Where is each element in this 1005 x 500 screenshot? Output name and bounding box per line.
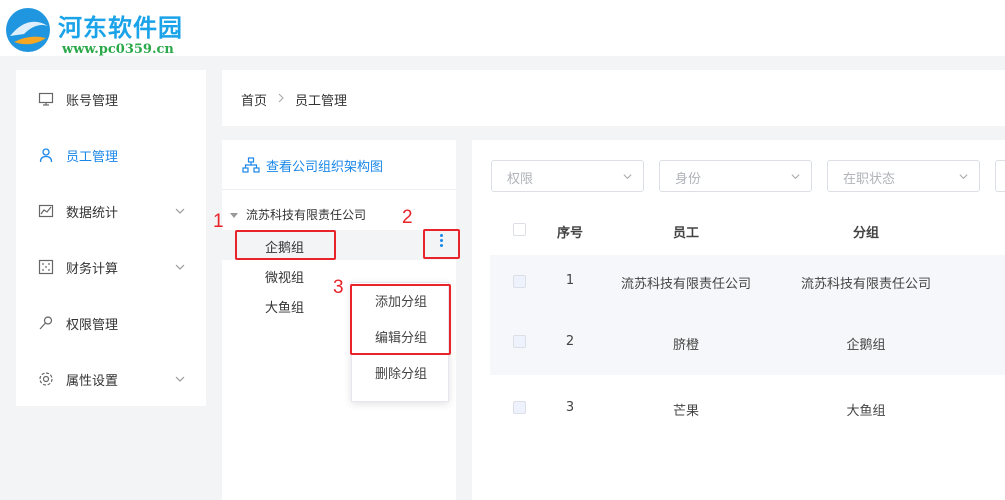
chevron-down-icon: [959, 174, 968, 180]
table-cell-employee: 流苏科技有限责任公司: [620, 277, 751, 292]
identity-filter-select[interactable]: 身份: [659, 160, 812, 192]
table-cell-index: 1: [565, 273, 575, 288]
sidebar-item-permissions[interactable]: 权限管理: [16, 295, 206, 351]
sidebar: 账号管理 员工管理 数据统计 财务计算 权限管理 属性设置: [16, 70, 206, 406]
filter-placeholder: 在职状态: [843, 172, 896, 187]
breadcrumb: 首页 员工管理: [222, 70, 1005, 126]
table-cell-employee: 芒果: [672, 404, 699, 419]
chevron-down-icon: [175, 208, 185, 214]
sidebar-item-label: 数据统计: [66, 205, 119, 221]
permission-filter-select[interactable]: 权限: [491, 160, 644, 192]
tree-root-node[interactable]: 流苏科技有限责任公司: [230, 206, 366, 223]
sidebar-item-account[interactable]: 账号管理: [16, 71, 206, 127]
watermark-title: 河东软件园: [58, 14, 183, 42]
org-chart-icon: [242, 157, 260, 173]
watermark-url: www.pc0359.cn: [62, 42, 174, 57]
table-cell-group: 大鱼组: [846, 404, 886, 419]
sidebar-item-label: 属性设置: [66, 373, 119, 389]
sidebar-item-employees[interactable]: 员工管理: [16, 127, 206, 183]
employment-status-filter-select[interactable]: 在职状态: [827, 160, 980, 192]
org-chart-link-label: 查看公司组织架构图: [266, 160, 384, 175]
chevron-right-icon: [278, 93, 284, 103]
breadcrumb-home[interactable]: 首页: [241, 90, 267, 109]
chevron-down-icon: [175, 264, 185, 270]
top-bar: 河东软件园 www.pc0359.cn: [0, 0, 1005, 57]
annotation-number: 2: [402, 207, 413, 228]
filter-placeholder: 权限: [507, 172, 534, 187]
org-chart-link[interactable]: 查看公司组织架构图: [222, 140, 456, 190]
select-all-checkbox[interactable]: [513, 223, 526, 236]
sidebar-item-settings[interactable]: 属性设置: [16, 351, 206, 407]
chevron-down-icon: [175, 376, 185, 382]
monitor-icon: [38, 92, 54, 106]
filter-placeholder: 身份: [675, 172, 702, 187]
sidebar-item-label: 员工管理: [66, 149, 119, 165]
sidebar-item-statistics[interactable]: 数据统计: [16, 183, 206, 239]
tree-root-label: 流苏科技有限责任公司: [246, 208, 367, 222]
chart-icon: [38, 204, 54, 218]
column-header-group: 分组: [852, 226, 879, 241]
tree-node-label: 大鱼组: [265, 301, 305, 316]
sidebar-item-label: 账号管理: [66, 93, 119, 109]
breadcrumb-current: 员工管理: [295, 94, 348, 109]
table-cell-index: 2: [565, 334, 575, 349]
row-checkbox[interactable]: [513, 401, 526, 414]
user-icon: [39, 148, 53, 163]
filter-select-partial[interactable]: [995, 160, 1005, 192]
caret-down-icon: [230, 213, 238, 218]
annotation-number: 1: [213, 211, 224, 232]
tree-node-label: 微视组: [265, 271, 305, 286]
annotation-box: [350, 284, 451, 355]
sidebar-item-label: 财务计算: [66, 261, 119, 277]
column-header-index: 序号: [556, 226, 583, 241]
table-cell-index: 3: [565, 400, 575, 415]
row-checkbox[interactable]: [513, 275, 526, 288]
annotation-box: [235, 230, 336, 260]
key-icon: [39, 316, 53, 330]
sidebar-item-finance[interactable]: 财务计算: [16, 239, 206, 295]
sidebar-item-label: 权限管理: [66, 317, 119, 333]
delete-group-menu-item[interactable]: 删除分组: [352, 357, 450, 393]
gear-icon: [39, 372, 53, 386]
watermark-logo-icon: [6, 8, 50, 52]
chevron-down-icon: [791, 174, 800, 180]
chevron-down-icon: [623, 174, 632, 180]
column-header-employee: 员工: [672, 226, 699, 241]
table-cell-group: 企鹅组: [846, 338, 886, 353]
calculator-icon: [38, 259, 54, 275]
table-cell-employee: 脐橙: [672, 338, 699, 353]
row-checkbox[interactable]: [513, 335, 526, 348]
annotation-box: [423, 229, 460, 259]
table-cell-group: 流苏科技有限责任公司: [800, 277, 931, 292]
annotation-number: 3: [333, 277, 344, 298]
